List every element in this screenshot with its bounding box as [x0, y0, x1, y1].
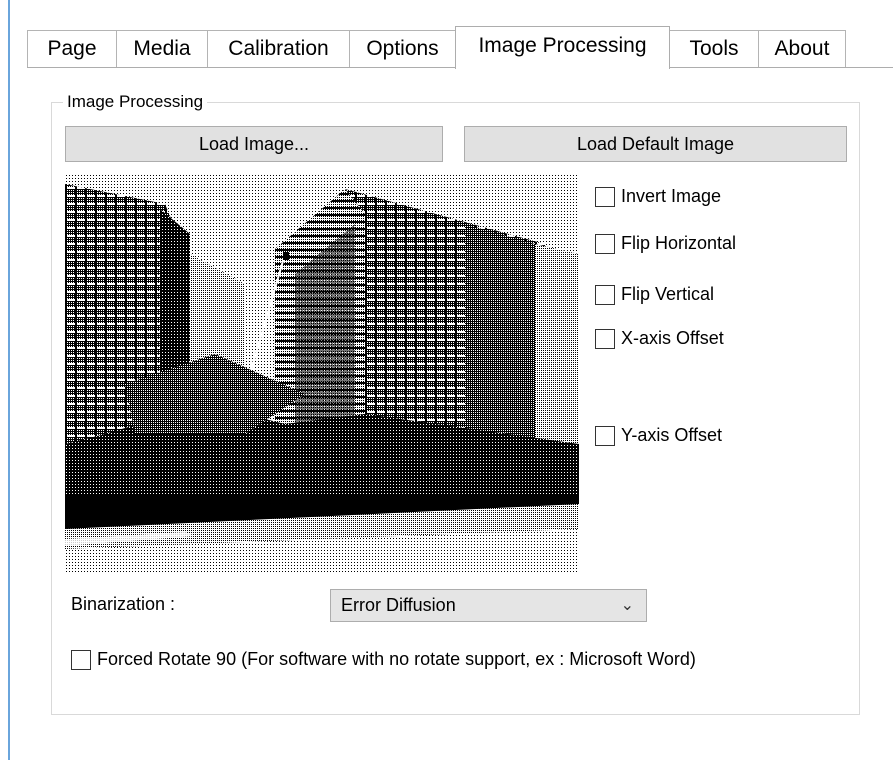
- binarization-selected-value: Error Diffusion: [341, 595, 456, 615]
- flip-vertical-checkbox[interactable]: Flip Vertical: [595, 284, 714, 305]
- image-preview: [65, 174, 579, 574]
- invert-image-checkbox[interactable]: Invert Image: [595, 186, 721, 207]
- tab-image-processing[interactable]: Image Processing: [455, 26, 670, 69]
- invert-image-box[interactable]: [595, 186, 615, 207]
- group-title: Image Processing: [63, 91, 208, 113]
- tab-media[interactable]: Media: [116, 30, 208, 68]
- forced-rotate-checkbox[interactable]: Forced Rotate 90 (For software with no r…: [71, 649, 696, 670]
- flip-horizontal-label: Flip Horizontal: [621, 233, 737, 253]
- y-axis-offset-label: Y-axis Offset: [621, 425, 723, 445]
- window-left-edge: [8, 0, 10, 760]
- x-axis-offset-box[interactable]: [595, 328, 615, 349]
- y-axis-offset-checkbox[interactable]: Y-axis Offset: [595, 425, 722, 446]
- tab-about[interactable]: About: [758, 30, 846, 68]
- invert-image-label: Invert Image: [621, 186, 722, 206]
- forced-rotate-label: Forced Rotate 90 (For software with no r…: [97, 649, 696, 669]
- tab-page[interactable]: Page: [27, 30, 117, 68]
- binarization-label: Binarization :: [71, 594, 176, 614]
- x-axis-offset-label: X-axis Offset: [621, 328, 724, 348]
- flip-vertical-label: Flip Vertical: [621, 284, 715, 304]
- binarization-select[interactable]: Error Diffusion ⌄: [330, 589, 647, 622]
- flip-vertical-box[interactable]: [595, 284, 615, 305]
- tab-calibration[interactable]: Calibration: [207, 30, 350, 68]
- flip-horizontal-box[interactable]: [595, 233, 615, 254]
- x-axis-offset-checkbox[interactable]: X-axis Offset: [595, 328, 724, 349]
- load-default-image-button[interactable]: Load Default Image: [464, 126, 847, 162]
- y-axis-offset-box[interactable]: [595, 425, 615, 446]
- chevron-down-icon: ⌄: [620, 597, 634, 614]
- tab-tools[interactable]: Tools: [669, 30, 759, 68]
- forced-rotate-box[interactable]: [71, 649, 91, 670]
- tab-options[interactable]: Options: [349, 30, 456, 68]
- flip-horizontal-checkbox[interactable]: Flip Horizontal: [595, 233, 736, 254]
- dithered-building-photo: [65, 174, 579, 574]
- load-image-button[interactable]: Load Image...: [65, 126, 443, 162]
